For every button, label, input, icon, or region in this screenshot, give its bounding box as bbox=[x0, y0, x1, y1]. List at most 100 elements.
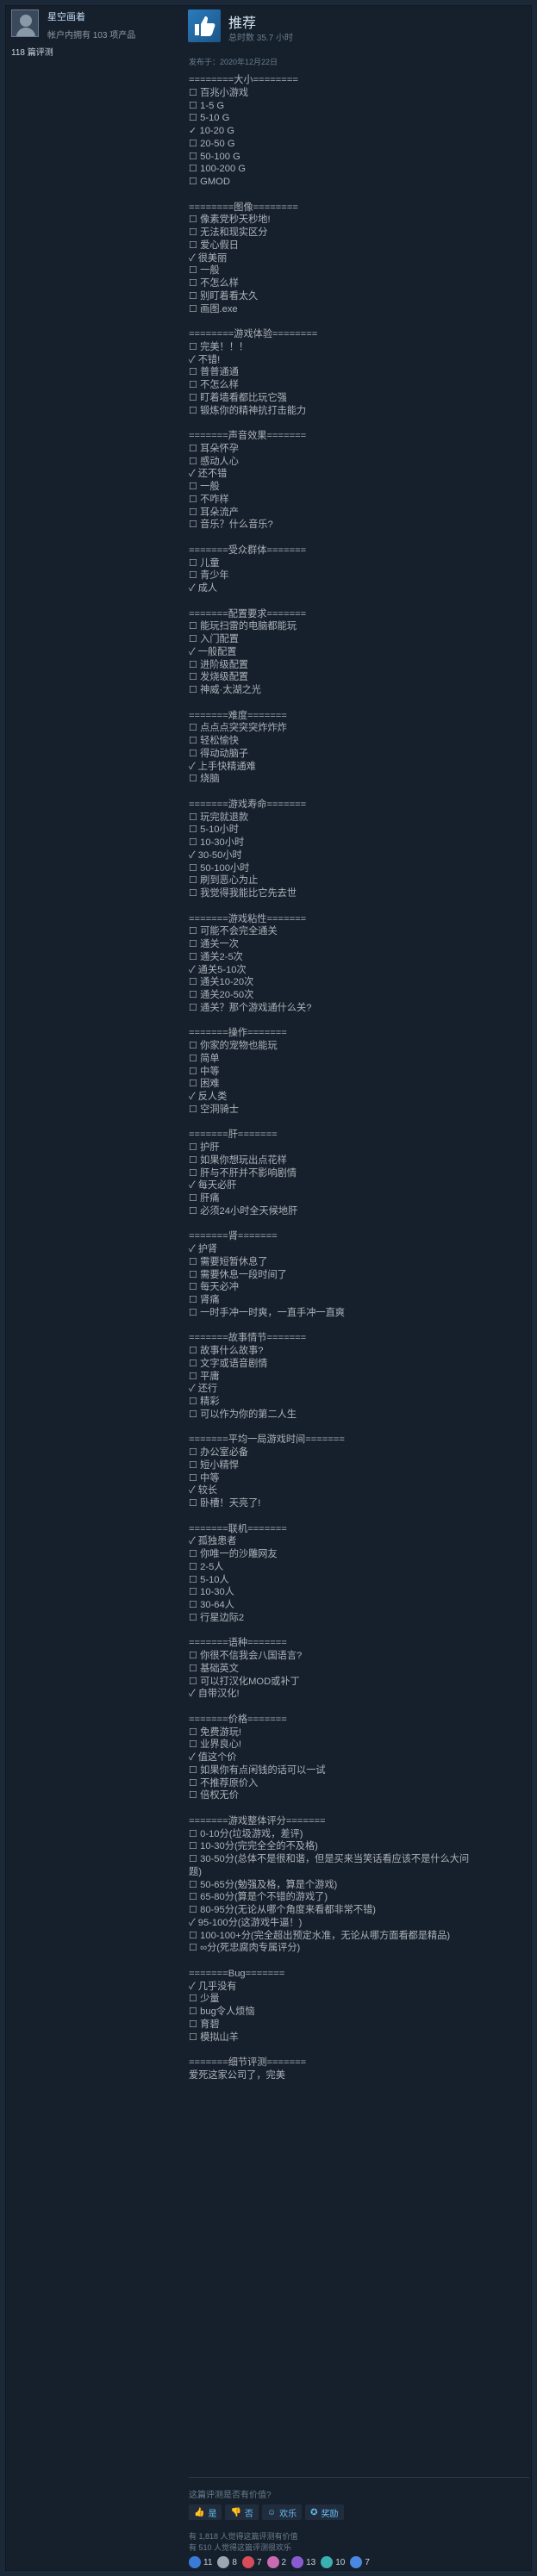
review-line: ☐ 5-10小时 bbox=[189, 824, 239, 836]
review-line: ☐ 百兆小游戏 bbox=[189, 87, 249, 98]
review-line: ✓ 95-100分(这游戏牛逼！) bbox=[189, 1917, 303, 1928]
reviewer-name[interactable]: 星空画着 bbox=[47, 9, 85, 23]
review-line: ✓ 10-20 G bbox=[189, 126, 234, 136]
review-line: ✓ 30-50小时 bbox=[189, 849, 242, 861]
award-count: 10 bbox=[335, 2557, 346, 2567]
review-line: ☐ 可以打汉化MOD或补丁 bbox=[189, 1676, 300, 1687]
review-line: ☐ 5-10人 bbox=[189, 1574, 229, 1585]
award-count: 2 bbox=[281, 2557, 287, 2567]
review-line: ☐ 一般 bbox=[189, 265, 220, 277]
review-line: ☐ 30-64人 bbox=[189, 1600, 234, 1610]
review-line: =======游戏粘性======= bbox=[189, 913, 307, 924]
review-line: ☐ 如果你有点闲钱的话可以一试 bbox=[189, 1764, 326, 1776]
reviewer-products[interactable]: 帐户内拥有 103 项产品 bbox=[47, 28, 135, 40]
review-line: =======受众群体======= bbox=[189, 544, 307, 556]
review-line: ☐ 基础英文 bbox=[189, 1663, 239, 1674]
review-line: ☐ 爱心假日 bbox=[189, 240, 239, 251]
review-line: ☐ 耳朵流产 bbox=[189, 507, 239, 518]
review-line: =======游戏整体评分======= bbox=[189, 1815, 326, 1826]
thumbs-up-icon[interactable] bbox=[188, 9, 221, 42]
review-line: =======Bug======= bbox=[189, 1968, 285, 1979]
review-line: ========大小======== bbox=[189, 75, 298, 85]
review-line: =======平均一局游戏时间======= bbox=[189, 1434, 345, 1446]
teal-award-icon bbox=[321, 2556, 334, 2568]
review-line: ☐ 少量 bbox=[189, 1994, 220, 2005]
review-line: ☐ 锻炼你的精神抗打击能力 bbox=[189, 405, 307, 416]
review-line: ☐ 感动人心 bbox=[189, 456, 239, 467]
review-line: ☐ 肝与不肝并不影响剧情 bbox=[189, 1167, 297, 1179]
review-line: ☐ 50-100小时 bbox=[189, 862, 250, 874]
review-line: ☐ 儿童 bbox=[189, 557, 220, 569]
purple-award-icon bbox=[291, 2556, 304, 2568]
award-item[interactable]: 10 bbox=[321, 2556, 345, 2568]
review-line: ✓ 自带汉化! bbox=[189, 1689, 240, 1700]
review-line: ☐ 无法和现实区分 bbox=[189, 227, 268, 238]
review-line: ✓ 不错! bbox=[189, 354, 221, 365]
vote-yes-label: 是 bbox=[208, 2509, 217, 2519]
review-line: ☐ 你很不信我会八国语言? bbox=[189, 1651, 303, 1661]
blue-star-award-icon bbox=[189, 2556, 201, 2568]
review-line: ✓ 每天必肝 bbox=[189, 1180, 237, 1192]
award-item[interactable]: 11 bbox=[189, 2556, 212, 2568]
helpful-question: 这篇评测是否有价值? bbox=[189, 2491, 272, 2500]
vote-funny-button[interactable]: ☺ 欢乐 bbox=[261, 2504, 303, 2520]
review-line: ☐ 精彩 bbox=[189, 1397, 220, 1407]
review-line: ☐ 空洞骑士 bbox=[189, 1104, 239, 1115]
divider bbox=[189, 2477, 529, 2478]
review-line: ☐ 卧槽！天亮了! bbox=[189, 1498, 261, 1509]
review-line: ☐ 入门配置 bbox=[189, 634, 239, 644]
review-line: ☐ 可以作为你的第二人生 bbox=[189, 1409, 297, 1420]
review-line: ☐ 不咋样 bbox=[189, 494, 229, 505]
award-item[interactable]: 2 bbox=[266, 2556, 287, 2568]
vote-no-button[interactable]: 👎 否 bbox=[225, 2504, 259, 2520]
review-line: =======价格======= bbox=[189, 1714, 287, 1725]
review-line: ☐ 1-5 G bbox=[189, 100, 225, 111]
review-line: ☐ 倍权无价 bbox=[189, 1790, 239, 1801]
review-line: ☐ 每天必冲 bbox=[189, 1282, 239, 1293]
award-item[interactable]: 13 bbox=[291, 2556, 315, 2568]
review-line: ☐ 50-100 G bbox=[189, 151, 240, 162]
review-line: ☐ 青少年 bbox=[189, 570, 229, 582]
award-item[interactable]: 8 bbox=[217, 2556, 237, 2568]
review-line: ☐ 10-30小时 bbox=[189, 837, 245, 848]
award-item[interactable]: 7 bbox=[241, 2556, 262, 2568]
review-line: ✓ 还行 bbox=[189, 1384, 218, 1395]
review-hours: 总时数 35.7 小时 bbox=[228, 34, 294, 43]
review-verdict[interactable]: 推荐 bbox=[228, 11, 256, 32]
review-line: ✓ 上手快精通难 bbox=[189, 761, 256, 772]
review-line: ✓ 孤独患者 bbox=[189, 1536, 237, 1547]
review-line: ☐ GMOD bbox=[189, 177, 230, 187]
review-line: ☐ 可能不会完全通关 bbox=[189, 926, 278, 937]
review-line: ☐ ∞分(死忠腐肉专属评分) bbox=[189, 1943, 301, 1954]
review-line: ☐ 短小精悍 bbox=[189, 1459, 239, 1471]
vote-yes-button[interactable]: 👍 是 bbox=[189, 2504, 222, 2520]
review-line: ☐ 模拟山羊 bbox=[189, 2032, 239, 2043]
award-icon: ✪ bbox=[310, 2507, 318, 2517]
review-line: ☐ 肾痛 bbox=[189, 1295, 220, 1305]
reviewer-review-count[interactable]: 118 篇评测 bbox=[11, 45, 53, 58]
review-line: ✓ 通关5-10次 bbox=[189, 964, 247, 975]
review-line: ☐ 进阶级配置 bbox=[189, 659, 249, 670]
review-line: ☐ 完美！！！ bbox=[189, 341, 249, 352]
review-line: ☐ 50-65分(勉强及格，算是个游戏) bbox=[189, 1879, 338, 1890]
review-line: =======难度======= bbox=[189, 710, 287, 721]
review-line: ☐ 故事什么故事? bbox=[189, 1346, 264, 1356]
review-line: ☐ 护肝 bbox=[189, 1142, 220, 1153]
red-heart-award-icon bbox=[241, 2556, 254, 2568]
avatar[interactable] bbox=[11, 9, 39, 37]
award-item[interactable]: 7 bbox=[350, 2556, 370, 2568]
review-line: ☐ 不怎么样 bbox=[189, 380, 239, 390]
review-line: =======联机======= bbox=[189, 1523, 287, 1534]
award-button[interactable]: ✪ 奖励 bbox=[305, 2504, 344, 2520]
review-line: ☐ 你唯一的沙雕网友 bbox=[189, 1549, 278, 1559]
review-line: ☐ 普普通通 bbox=[189, 367, 239, 378]
